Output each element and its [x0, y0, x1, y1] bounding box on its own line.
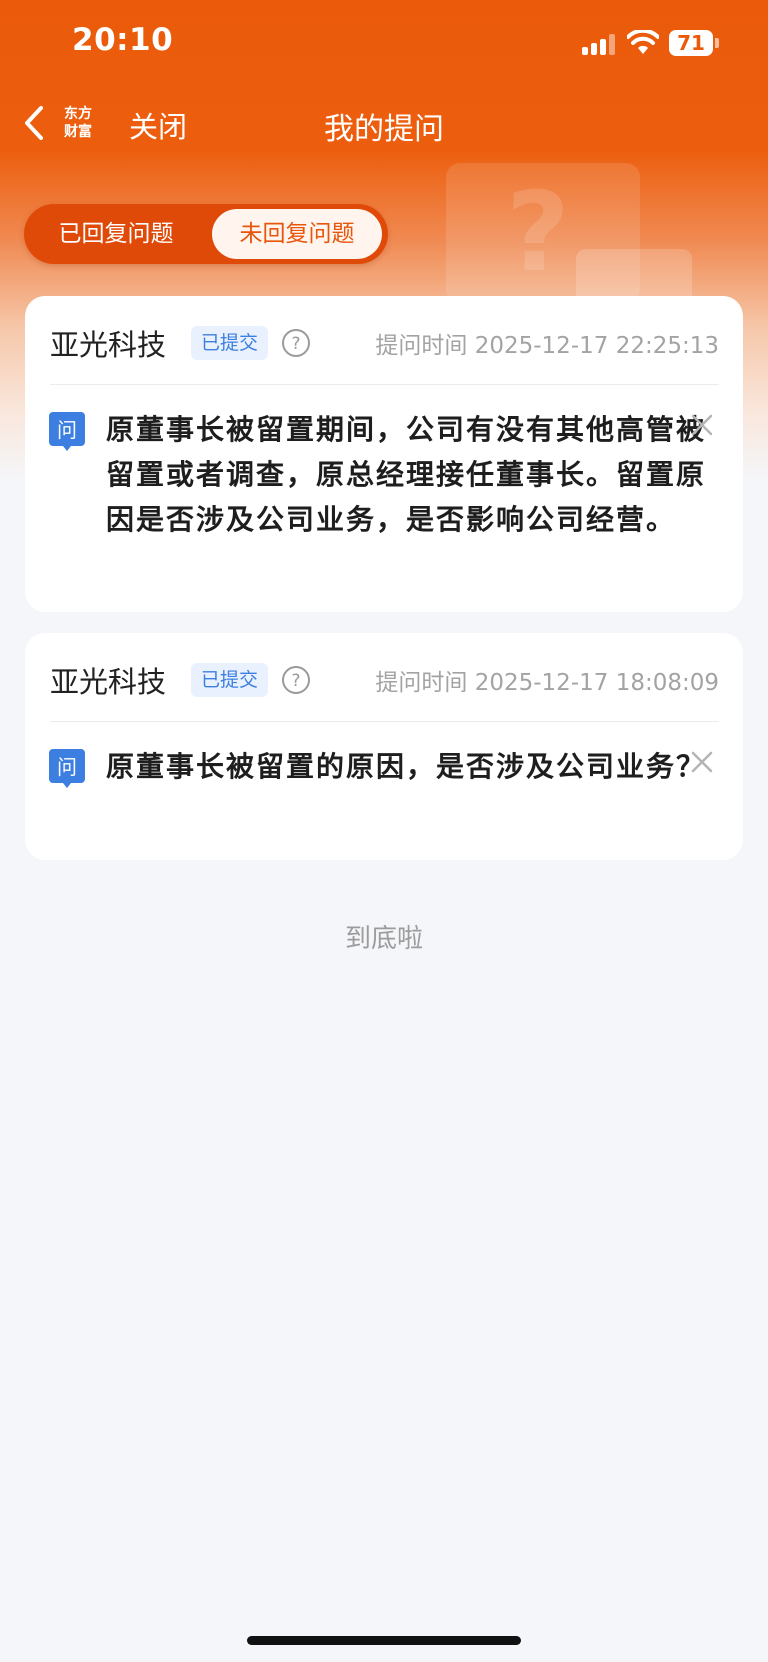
divider [50, 721, 719, 722]
cellular-signal-icon [582, 34, 615, 55]
ask-time: 提问时间 2025-12-17 18:08:09 [375, 670, 719, 696]
nav-bar: 东方 财富 关闭 我的提问 [0, 90, 768, 160]
tab-answered[interactable]: 已回复问题 [34, 204, 198, 264]
question-card: 亚光科技 已提交 ? 提问时间 2025-12-17 22:25:13 问 原董… [25, 296, 743, 612]
tab-unanswered[interactable]: 未回复问题 [212, 209, 382, 259]
question-card: 亚光科技 已提交 ? 提问时间 2025-12-17 18:08:09 问 原董… [25, 633, 743, 860]
svg-text:问: 问 [57, 418, 77, 442]
question-tag-icon: 问 [49, 412, 85, 451]
home-indicator[interactable] [247, 1636, 521, 1645]
battery-level: 71 [669, 30, 713, 56]
status-badge: 已提交 [191, 663, 269, 697]
question-tag-icon: 问 [49, 749, 85, 788]
question-text[interactable]: 原董事长被留置的原因，是否涉及公司业务？ [106, 744, 706, 789]
ask-time: 提问时间 2025-12-17 22:25:13 [375, 333, 719, 359]
help-icon[interactable]: ? [281, 328, 311, 358]
delete-question-icon[interactable] [691, 414, 713, 436]
question-mark-icon: ? [506, 168, 570, 296]
company-name[interactable]: 亚光科技 [50, 322, 166, 364]
battery-cap [715, 38, 719, 48]
delete-question-icon[interactable] [691, 751, 713, 773]
end-of-list-text: 到底啦 [344, 924, 423, 954]
tab-switcher: 已回复问题 未回复问题 [24, 204, 388, 264]
battery-icon: 71 [669, 30, 719, 56]
question-text[interactable]: 原董事长被留置期间，公司有没有其他高管被留置或者调查，原总经理接任董事长。留置原… [106, 407, 706, 542]
page-title: 我的提问 [324, 112, 444, 147]
svg-text:?: ? [291, 334, 300, 354]
divider [50, 384, 719, 385]
company-name[interactable]: 亚光科技 [50, 659, 166, 701]
svg-text:问: 问 [57, 755, 77, 779]
svg-text:?: ? [291, 671, 300, 691]
wifi-icon [627, 30, 659, 54]
status-bar: 20:10 71 [0, 0, 768, 88]
question-illustration: ? [446, 163, 696, 319]
help-icon[interactable]: ? [281, 665, 311, 695]
status-badge: 已提交 [191, 326, 269, 360]
status-time: 20:10 [72, 22, 174, 58]
